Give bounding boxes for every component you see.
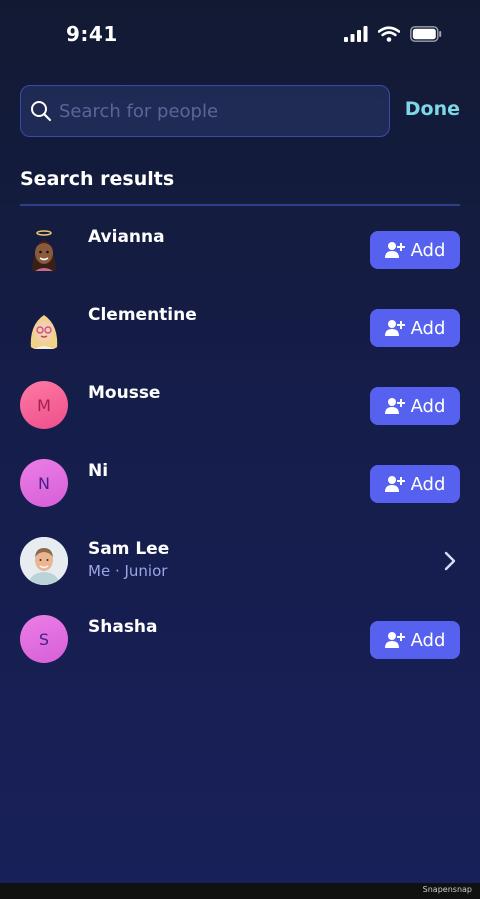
avatar <box>20 537 68 585</box>
person-name: Sam Lee <box>88 539 170 559</box>
person-name: Avianna <box>88 227 165 247</box>
profile-photo-icon <box>20 537 68 585</box>
add-person-icon <box>384 320 405 336</box>
wifi-icon <box>378 26 400 42</box>
footer-bar: Snapensnap <box>0 883 480 899</box>
signal-icon <box>344 26 368 42</box>
search-icon <box>31 101 52 122</box>
avatar: N <box>20 459 68 507</box>
watermark: Snapensnap <box>422 885 472 894</box>
list-item[interactable]: Sam Lee Me · Junior <box>20 527 460 605</box>
status-time: 9:41 <box>66 22 118 46</box>
add-button[interactable]: Add <box>370 387 460 425</box>
add-button-label: Add <box>410 239 446 261</box>
person-name: Mousse <box>88 383 161 403</box>
bitmoji-avatar-icon <box>32 230 56 271</box>
person-name: Ni <box>88 461 109 481</box>
list-item[interactable]: M Mousse Add <box>20 371 460 449</box>
divider <box>20 204 460 206</box>
add-person-icon <box>384 632 405 648</box>
add-button-label: Add <box>410 395 446 417</box>
add-person-icon <box>384 398 405 414</box>
add-button[interactable]: Add <box>370 309 460 347</box>
search-box[interactable] <box>20 85 390 137</box>
battery-icon <box>410 26 442 42</box>
person-subtitle: Me · Junior <box>88 562 168 580</box>
add-button-label: Add <box>410 473 446 495</box>
avatar-initial: M <box>37 395 51 415</box>
bitmoji-avatar-icon <box>30 315 58 349</box>
person-name: Clementine <box>88 305 197 325</box>
search-input[interactable] <box>59 100 389 122</box>
add-person-icon <box>384 476 405 492</box>
add-button[interactable]: Add <box>370 465 460 503</box>
status-icons <box>344 26 442 42</box>
avatar: S <box>20 615 68 663</box>
avatar <box>20 303 68 351</box>
avatar: M <box>20 381 68 429</box>
status-bar: 9:41 <box>0 0 480 70</box>
avatar-initial: S <box>38 629 50 649</box>
results-list: Avianna Add Clementine Add M Mousse Add … <box>20 215 460 683</box>
add-person-icon <box>384 242 405 258</box>
list-item[interactable]: Clementine Add <box>20 293 460 371</box>
add-button-label: Add <box>410 629 446 651</box>
section-title: Search results <box>20 168 175 190</box>
add-button[interactable]: Add <box>370 621 460 659</box>
done-button[interactable]: Done <box>405 98 460 120</box>
search-row: Done <box>20 85 460 137</box>
avatar-initial: N <box>38 473 50 493</box>
add-button[interactable]: Add <box>370 231 460 269</box>
list-item[interactable]: Avianna Add <box>20 215 460 293</box>
avatar <box>20 225 68 273</box>
add-button-label: Add <box>410 317 446 339</box>
person-name: Shasha <box>88 617 158 637</box>
chevron-right-icon[interactable] <box>444 551 456 571</box>
list-item[interactable]: S Shasha Add <box>20 605 460 683</box>
list-item[interactable]: N Ni Add <box>20 449 460 527</box>
